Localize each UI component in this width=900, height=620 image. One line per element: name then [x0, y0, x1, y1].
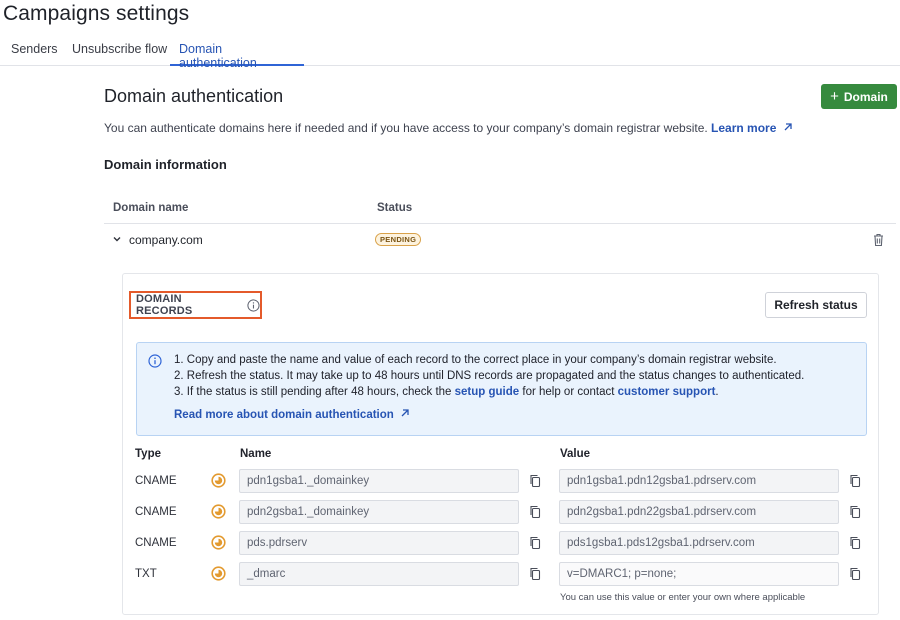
external-link-icon: [401, 409, 409, 417]
setup-guide-link[interactable]: setup guide: [455, 386, 520, 398]
column-value: Value: [560, 448, 591, 460]
instruction-line-1: 1. Copy and paste the name and value of …: [174, 354, 777, 366]
tab-domain-authentication[interactable]: Domain authentication: [170, 36, 304, 70]
pending-clock-icon: [211, 504, 226, 519]
read-more-link[interactable]: Read more about domain authentication: [174, 408, 410, 421]
column-status: Status: [377, 202, 413, 214]
copy-icon[interactable]: [529, 536, 541, 550]
copy-icon[interactable]: [529, 474, 541, 488]
instruction-line-3: 3. If the status is still pending after …: [174, 386, 719, 398]
record-name-field[interactable]: pdn2gsba1._domainkey: [239, 500, 519, 524]
info-icon[interactable]: [247, 298, 260, 312]
domain-info-title: Domain information: [104, 157, 227, 172]
column-type: Type: [135, 448, 161, 460]
record-row: CNAME pds.pdrserv pds1gsba1.pds12gsba1.p…: [135, 531, 870, 555]
tab-bar: Senders Unsubscribe flow Domain authenti…: [0, 36, 900, 70]
chevron-down-icon[interactable]: [112, 234, 122, 244]
instruction-line-2: 2. Refresh the status. It may take up to…: [174, 370, 805, 382]
pending-clock-icon: [211, 535, 226, 550]
add-domain-label: Domain: [843, 89, 888, 104]
customer-support-link[interactable]: customer support: [618, 386, 716, 398]
record-value-input[interactable]: v=DMARC1; p=none;: [559, 562, 839, 586]
tab-unsubscribe-flow[interactable]: Unsubscribe flow: [63, 36, 176, 66]
section-title: Domain authentication: [104, 86, 284, 106]
domain-records-card: DOMAIN RECORDS Refresh status 1. Copy an…: [122, 273, 879, 615]
pending-clock-icon: [211, 566, 226, 581]
plus-icon: +: [830, 88, 839, 105]
domain-name: company.com: [129, 233, 203, 247]
external-link-icon: [784, 123, 792, 131]
record-type: CNAME: [135, 537, 177, 549]
column-name: Name: [240, 448, 272, 460]
learn-more-link[interactable]: Learn more: [711, 121, 793, 135]
column-domain-name: Domain name: [113, 202, 189, 214]
page-title: Campaigns settings: [3, 2, 190, 25]
record-name-field[interactable]: _dmarc: [239, 562, 519, 586]
record-name-field[interactable]: pds.pdrserv: [239, 531, 519, 555]
copy-icon[interactable]: [529, 505, 541, 519]
copy-icon[interactable]: [849, 505, 861, 519]
domain-records-header: DOMAIN RECORDS: [129, 291, 262, 319]
record-row: TXT _dmarc v=DMARC1; p=none;: [135, 562, 870, 586]
copy-icon[interactable]: [529, 567, 541, 581]
domain-row[interactable]: company.com PENDING: [104, 225, 896, 255]
pending-clock-icon: [211, 473, 226, 488]
copy-icon[interactable]: [849, 536, 861, 550]
info-icon: [148, 354, 162, 368]
record-row: CNAME pdn2gsba1._domainkey pdn2gsba1.pdn…: [135, 500, 870, 524]
record-name-field[interactable]: pdn1gsba1._domainkey: [239, 469, 519, 493]
record-value-field[interactable]: pdn1gsba1.pdn12gsba1.pdrserv.com: [559, 469, 839, 493]
record-type: CNAME: [135, 475, 177, 487]
record-value-field[interactable]: pds1gsba1.pds12gsba1.pdrserv.com: [559, 531, 839, 555]
instructions-box: 1. Copy and paste the name and value of …: [136, 342, 867, 436]
record-type: TXT: [135, 568, 157, 580]
trash-icon[interactable]: [872, 233, 885, 247]
add-domain-button[interactable]: + Domain: [821, 84, 897, 109]
status-badge: PENDING: [375, 233, 422, 246]
copy-icon[interactable]: [849, 474, 861, 488]
record-value-field[interactable]: pdn2gsba1.pdn22gsba1.pdrserv.com: [559, 500, 839, 524]
tab-senders[interactable]: Senders: [2, 36, 67, 66]
record-row: CNAME pdn1gsba1._domainkey pdn1gsba1.pdn…: [135, 469, 870, 493]
record-type: CNAME: [135, 506, 177, 518]
refresh-status-button[interactable]: Refresh status: [765, 292, 867, 318]
domain-records-title: DOMAIN RECORDS: [136, 293, 193, 317]
value-hint: You can use this value or enter your own…: [560, 592, 806, 603]
intro-text: You can authenticate domains here if nee…: [104, 121, 793, 135]
domain-table-header: Domain name Status: [104, 196, 896, 224]
copy-icon[interactable]: [849, 567, 861, 581]
